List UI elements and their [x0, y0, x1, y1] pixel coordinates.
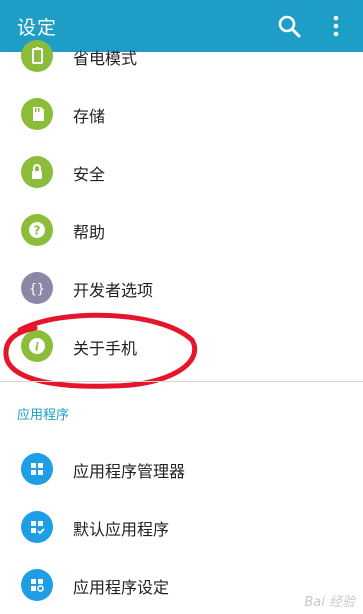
settings-item-about-phone[interactable]: i 关于手机	[0, 317, 363, 375]
svg-text:i: i	[35, 341, 39, 354]
settings-item-label: 省电模式	[73, 49, 138, 68]
lock-icon	[21, 156, 53, 188]
code-braces-icon: {}	[21, 272, 53, 304]
info-icon: i	[21, 330, 53, 362]
settings-item-label: 开发者选项	[73, 281, 154, 300]
settings-item-developer-options[interactable]: {} 开发者选项	[0, 259, 363, 317]
app-grid-icon	[21, 453, 53, 485]
settings-item-default-apps[interactable]: 默认应用程序	[0, 498, 363, 556]
settings-item-label: 帮助	[73, 223, 106, 242]
settings-item-app-manager[interactable]: 应用程序管理器	[0, 440, 363, 498]
section-divider	[0, 381, 363, 382]
settings-item-label: 存储	[73, 107, 106, 126]
settings-item-label: 关于手机	[73, 339, 138, 358]
settings-item-label: 安全	[73, 165, 106, 184]
settings-item-storage[interactable]: 存储	[0, 85, 363, 143]
app-gear-icon	[21, 569, 53, 601]
watermark: Bai 经验	[304, 595, 355, 610]
settings-item-label: 默认应用程序	[73, 520, 170, 539]
settings-item-power-saving[interactable]: 省电模式	[0, 27, 363, 85]
settings-item-help[interactable]: ? 帮助	[0, 201, 363, 259]
settings-item-label: 应用程序管理器	[73, 462, 186, 481]
battery-icon	[21, 40, 53, 72]
app-check-icon	[21, 511, 53, 543]
help-icon: ?	[21, 214, 53, 246]
svg-text:{}: {}	[29, 282, 45, 297]
section-header-apps: 应用程序	[17, 408, 70, 423]
settings-item-security[interactable]: 安全	[0, 143, 363, 201]
svg-text:?: ?	[34, 224, 41, 238]
settings-item-label: 应用程序设定	[73, 578, 170, 597]
sd-card-icon	[21, 98, 53, 130]
